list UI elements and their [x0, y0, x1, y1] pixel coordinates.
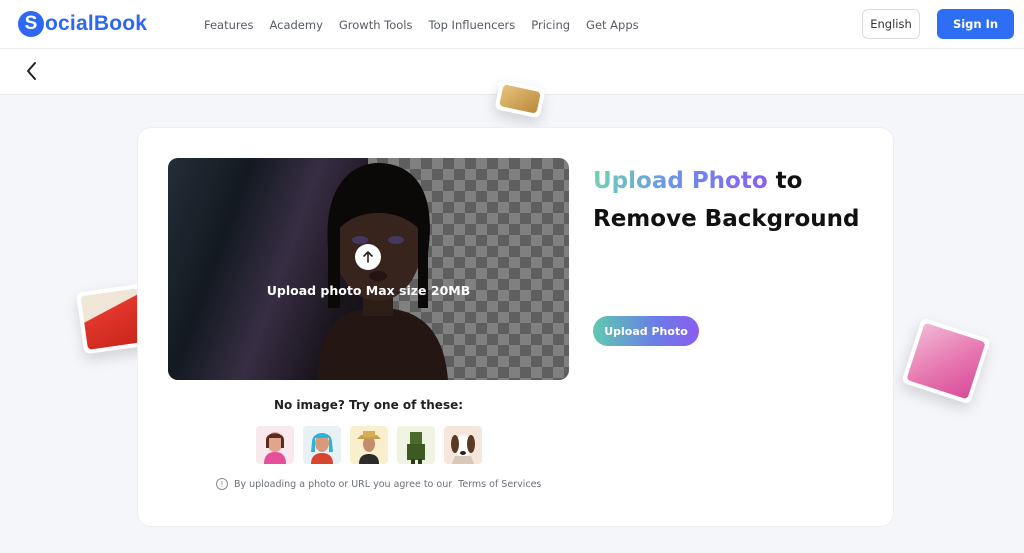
sample-woman-pink[interactable]: [256, 426, 294, 464]
nav-link-get-apps[interactable]: Get Apps: [586, 18, 639, 32]
upload-card: Upload photo Max size 20MB Upload Photo …: [137, 127, 894, 527]
terms-link[interactable]: Terms of Services: [458, 479, 541, 490]
sample-images: [256, 426, 482, 464]
sample-woman-blue-hair[interactable]: [303, 426, 341, 464]
logo-text: ocialBook: [45, 12, 148, 35]
language-button[interactable]: English: [862, 9, 920, 39]
top-navbar: S ocialBook Features Academy Growth Tool…: [0, 0, 1024, 49]
terms-text: By uploading a photo or URL you agree to…: [234, 478, 453, 490]
page-heading: Upload Photo to Remove Background: [593, 162, 883, 238]
sign-in-button[interactable]: Sign In: [937, 9, 1014, 39]
sample-green-figure[interactable]: [397, 426, 435, 464]
floating-thumbnail-right: [901, 317, 991, 405]
chevron-left-icon: [27, 62, 36, 80]
nav-links: Features Academy Growth Tools Top Influe…: [204, 0, 639, 49]
heading-text-2: Remove Background: [593, 206, 860, 232]
upload-hint-text: Upload photo Max size 20MB: [266, 283, 471, 298]
upload-photo-button[interactable]: Upload Photo: [593, 316, 699, 346]
logo-mark: S: [18, 11, 44, 37]
info-icon: !: [216, 478, 228, 490]
nav-link-features[interactable]: Features: [204, 18, 253, 32]
heading-highlight: Upload Photo: [593, 168, 768, 194]
nav-link-growth-tools[interactable]: Growth Tools: [339, 18, 413, 32]
nav-link-top-influencers[interactable]: Top Influencers: [429, 18, 516, 32]
sample-dog[interactable]: [444, 426, 482, 464]
socialbook-logo[interactable]: S ocialBook: [18, 10, 147, 38]
back-button[interactable]: [20, 59, 44, 83]
nav-link-academy[interactable]: Academy: [269, 18, 322, 32]
sample-woman-hat[interactable]: [350, 426, 388, 464]
arrow-up-icon: [363, 251, 373, 263]
upload-arrow-button[interactable]: [355, 244, 381, 270]
nav-link-pricing[interactable]: Pricing: [531, 18, 570, 32]
terms-notice: ! By uploading a photo or URL you agree …: [216, 478, 541, 490]
heading-text-1: to: [767, 168, 803, 194]
samples-title: No image? Try one of these:: [273, 398, 464, 412]
photo-drop-zone[interactable]: Upload photo Max size 20MB: [168, 158, 569, 380]
